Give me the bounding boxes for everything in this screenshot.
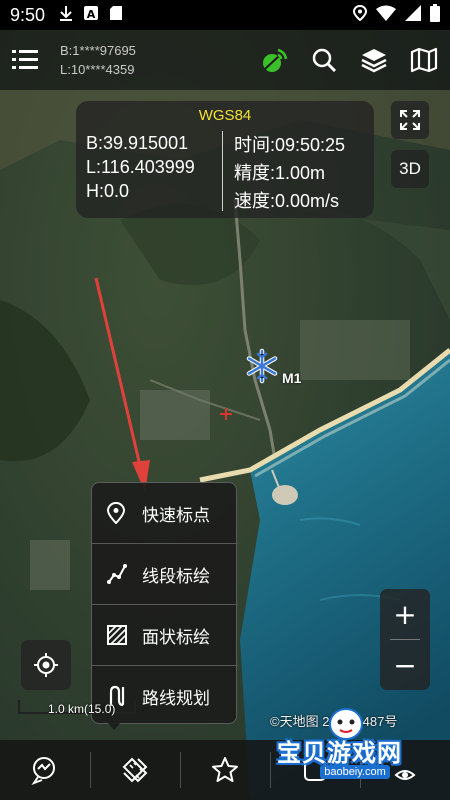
sd-card-icon <box>109 5 123 26</box>
wifi-icon <box>376 5 396 26</box>
marker-label: M1 <box>282 370 302 386</box>
popup-pointer <box>107 722 121 730</box>
map-button[interactable] <box>402 30 446 90</box>
layers-icon <box>361 49 387 73</box>
a-badge-icon: A <box>83 5 99 26</box>
gps-signal-icon <box>263 48 288 72</box>
menu-item-polyline[interactable]: 线段标绘 <box>92 544 238 604</box>
speed-value: 速度:0.00m/s <box>234 191 340 211</box>
svg-text:A: A <box>87 8 96 21</box>
zoom-in-button[interactable]: + <box>380 589 430 639</box>
position-column: B:39.915001 L:116.403999 H:0.0 <box>86 131 195 203</box>
watermark-url: baobeiy.com <box>320 765 390 779</box>
watermark-text: 宝贝游戏网 <box>277 739 402 767</box>
mode-3d-label: 3D <box>399 159 421 178</box>
map-icon <box>410 47 438 73</box>
menu-item-label: 面状标绘 <box>142 627 210 648</box>
coord-l: L:10****4359 <box>60 62 135 77</box>
fullscreen-button[interactable] <box>391 101 429 139</box>
search-button[interactable] <box>302 30 346 90</box>
zoom-out-button[interactable]: − <box>380 640 430 690</box>
favorite-button[interactable] <box>180 740 270 800</box>
locate-button[interactable] <box>21 640 71 690</box>
longitude-value: L:116.403999 <box>86 157 195 177</box>
layers-button[interactable] <box>352 30 396 90</box>
coordinate-readout: B:1****97695 L:10****4359 <box>60 41 136 79</box>
fullscreen-icon <box>400 110 420 130</box>
zoom-controls: + − <box>380 589 430 690</box>
menu-item-label: 线段标绘 <box>142 566 210 587</box>
latitude-value: B:39.915001 <box>86 133 189 153</box>
gps-signal-button[interactable] <box>252 30 296 90</box>
menu-item-route[interactable]: 路线规划 <box>92 666 238 726</box>
accuracy-value: 精度:1.00m <box>234 163 326 183</box>
search-icon <box>312 48 337 73</box>
menu-button[interactable] <box>0 30 50 90</box>
download-icon <box>59 5 73 26</box>
crosshair-icon <box>34 653 58 677</box>
polyline-icon <box>106 563 142 585</box>
menu-item-quick-mark[interactable]: 快速标点 <box>92 483 238 543</box>
scale-label: 1.0 km(15.0) <box>48 702 116 716</box>
status-bar: 9:50 A <box>0 0 450 30</box>
measure-button[interactable] <box>90 740 180 800</box>
menu-icon <box>12 50 38 69</box>
coord-b: B:1****97695 <box>60 43 136 58</box>
favorite-icon <box>212 757 238 782</box>
track-icon <box>31 757 55 785</box>
menu-item-label: 快速标点 <box>142 505 210 526</box>
battery-icon <box>430 3 440 27</box>
status-column: 时间:09:50:25 精度:1.00m 速度:0.00m/s <box>234 131 345 215</box>
polygon-icon <box>106 624 142 646</box>
signal-icon <box>405 4 421 26</box>
crs-label: WGS84 <box>198 107 252 124</box>
panel-divider <box>222 131 223 211</box>
menu-item-label: 路线规划 <box>142 688 210 709</box>
pin-icon <box>106 502 142 524</box>
location-icon <box>352 4 368 26</box>
mode-3d-button[interactable]: 3D <box>391 150 429 188</box>
status-time: 9:50 <box>10 4 46 25</box>
height-value: H:0.0 <box>86 181 130 201</box>
snowflake-marker-icon[interactable] <box>244 348 280 384</box>
top-toolbar: B:1****97695 L:10****4359 <box>0 30 450 90</box>
plot-popup-menu: 快速标点 线段标绘 面状标绘 路线规划 <box>91 482 238 726</box>
time-value: 时间:09:50:25 <box>234 135 346 155</box>
track-button[interactable] <box>0 740 90 800</box>
gps-info-panel: WGS84 B:39.915001 L:116.403999 H:0.0 时间:… <box>76 101 374 218</box>
measure-icon <box>122 757 148 783</box>
menu-item-polygon[interactable]: 面状标绘 <box>92 605 238 665</box>
